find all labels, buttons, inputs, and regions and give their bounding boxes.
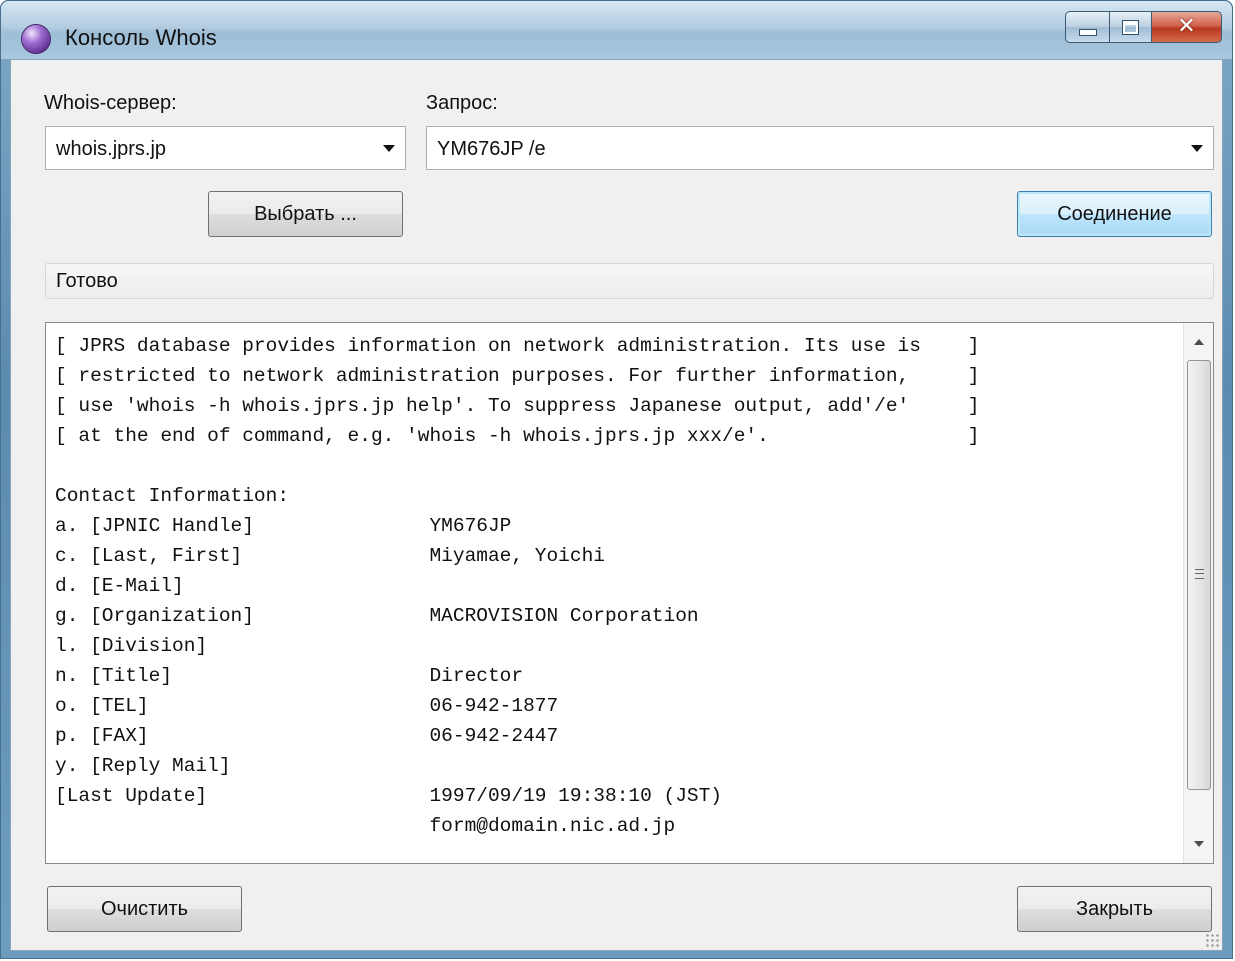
output-line: c. [Last, First] Miyamae, Yoichi: [55, 545, 605, 567]
minimize-button[interactable]: [1065, 11, 1110, 43]
output-line: d. [E-Mail]: [55, 575, 184, 597]
close-icon: ✕: [1177, 14, 1196, 39]
resize-grip-icon[interactable]: [1205, 933, 1219, 947]
whois-console-window: Консоль Whois ✕ Whois-сервер: Запрос: wh…: [0, 0, 1233, 959]
query-label: Запрос:: [426, 92, 498, 114]
chevron-down-icon[interactable]: [1191, 145, 1203, 152]
caption-buttons: ✕: [1065, 11, 1222, 51]
scroll-down-icon[interactable]: [1194, 841, 1204, 847]
server-value: whois.jprs.jp: [56, 138, 167, 160]
output-line: p. [FAX] 06-942-2447: [55, 725, 559, 747]
server-label: Whois-сервер:: [44, 92, 177, 114]
scroll-thumb[interactable]: [1187, 360, 1211, 790]
maximize-icon: [1122, 19, 1139, 35]
output-line: o. [TEL] 06-942-1877: [55, 695, 559, 717]
output-line: n. [Title] Director: [55, 665, 524, 687]
status-bar: Готово: [45, 263, 1214, 299]
output-line: [ restricted to network administration p…: [55, 365, 980, 387]
chevron-down-icon[interactable]: [383, 145, 395, 152]
scroll-up-icon[interactable]: [1194, 339, 1204, 345]
output-line: [ use 'whois -h whois.jprs.jp help'. To …: [55, 395, 980, 417]
maximize-button[interactable]: [1110, 11, 1152, 43]
output-line: [ at the end of command, e.g. 'whois -h …: [55, 425, 980, 447]
title-bar[interactable]: Консоль Whois ✕: [1, 1, 1232, 59]
server-combobox[interactable]: whois.jprs.jp: [45, 126, 406, 170]
client-area: Whois-сервер: Запрос: whois.jprs.jp YM67…: [10, 59, 1223, 951]
close-button[interactable]: Закрыть: [1017, 886, 1212, 932]
output-line: l. [Division]: [55, 635, 208, 657]
output-line: g. [Organization] MACROVISION Corporatio…: [55, 605, 699, 627]
clear-button[interactable]: Очистить: [47, 886, 242, 932]
window-title: Консоль Whois: [65, 25, 217, 50]
output-line: [Last Update] 1997/09/19 19:38:10 (JST): [55, 785, 723, 807]
choose-server-button[interactable]: Выбрать ...: [208, 191, 403, 237]
output-text: [ JPRS database provides information on …: [55, 331, 1175, 841]
output-line: y. [Reply Mail]: [55, 755, 231, 777]
output-line: form@domain.nic.ad.jp: [55, 815, 676, 837]
minimize-icon: [1078, 28, 1097, 36]
globe-icon: [22, 25, 50, 53]
output-line: a. [JPNIC Handle] YM676JP: [55, 515, 512, 537]
output-line: [ JPRS database provides information on …: [55, 335, 980, 357]
query-value: YM676JP /e: [437, 138, 546, 160]
vertical-scrollbar[interactable]: [1183, 323, 1213, 863]
grip-icon: [1195, 569, 1204, 579]
whois-output[interactable]: [ JPRS database provides information on …: [45, 322, 1214, 864]
output-line: Contact Information:: [55, 485, 290, 507]
connect-button[interactable]: Соединение: [1017, 191, 1212, 237]
query-combobox[interactable]: YM676JP /e: [426, 126, 1214, 170]
close-window-button[interactable]: ✕: [1152, 11, 1222, 43]
